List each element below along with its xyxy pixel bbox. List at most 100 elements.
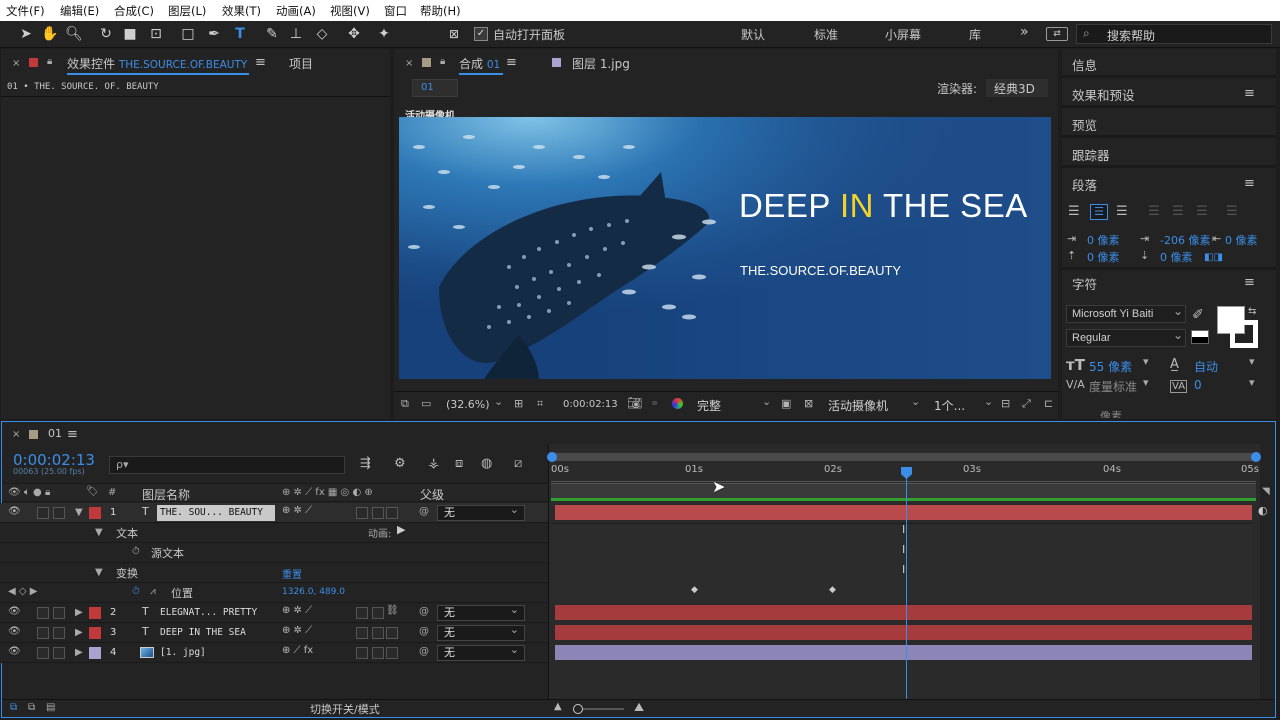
auto-open-checkbox[interactable]: ✓ xyxy=(474,27,488,41)
graph-icon[interactable]: ⩘ xyxy=(150,586,156,597)
views-layout-dropdown[interactable]: 1个... xyxy=(934,397,965,414)
layer-label-color[interactable] xyxy=(89,647,101,659)
stroke-width-value[interactable]: 像素 xyxy=(1100,408,1122,418)
title-text-layer[interactable]: DEEP IN THE SEA xyxy=(739,187,1028,225)
space-before-value[interactable]: 0 像素 xyxy=(1087,249,1120,265)
switch-box[interactable] xyxy=(372,627,384,639)
audio-toggle[interactable] xyxy=(37,507,49,519)
align-center-icon[interactable]: ☰ xyxy=(1090,204,1108,220)
font-size-value[interactable]: 55 像素 xyxy=(1089,358,1132,375)
text-direction-icon[interactable]: ◧◨ xyxy=(1204,252,1223,263)
in-out-icon[interactable]: ▤ xyxy=(46,702,55,713)
frame-blending-icon[interactable]: ⧈ xyxy=(455,456,463,471)
sync-icon[interactable]: ⇄ xyxy=(1046,27,1068,41)
rotate-tool-icon[interactable]: ↻ xyxy=(96,25,116,43)
tab-layer-viewer[interactable]: 图层 1.jpg xyxy=(572,55,630,72)
brush-tool-icon[interactable]: ✎ xyxy=(262,25,282,43)
renderer-dropdown[interactable]: 经典3D xyxy=(986,79,1048,97)
eraser-tool-icon[interactable]: ◇ xyxy=(312,25,332,43)
region-icon[interactable]: ⌗ xyxy=(537,397,543,411)
switch-box[interactable] xyxy=(372,507,384,519)
hand-tool-icon[interactable]: ✋ xyxy=(40,25,60,43)
zoom-in-time-icon[interactable]: ◥ xyxy=(1262,486,1270,497)
justify-center-icon[interactable]: ☰ xyxy=(1172,204,1184,219)
menu-layer[interactable]: 图层(L) xyxy=(168,3,206,19)
layer-name-header[interactable]: 图层名称 xyxy=(142,486,190,503)
panel-menu-icon[interactable]: ≡ xyxy=(1244,86,1255,101)
layer-switches-icon[interactable]: ⧉ xyxy=(10,702,17,713)
close-tab-icon[interactable]: × xyxy=(12,429,20,440)
layer-label-color[interactable] xyxy=(89,607,101,619)
comp-chip[interactable]: 01 xyxy=(412,79,458,97)
switch-box[interactable] xyxy=(386,507,398,519)
parent-dropdown[interactable]: 无 xyxy=(437,643,525,661)
pen-tool-icon[interactable]: ✒ xyxy=(204,25,224,43)
panel-menu-icon[interactable]: ≡ xyxy=(1244,176,1255,191)
parent-dropdown[interactable]: 无 xyxy=(437,503,525,521)
parent-dropdown[interactable]: 无 xyxy=(437,603,525,621)
pan-behind-tool-icon[interactable]: ⊡ xyxy=(146,25,166,43)
toggle-pixel-icon[interactable]: ⊟ xyxy=(1001,397,1010,410)
show-snapshot-icon[interactable]: ⚭ xyxy=(650,397,659,410)
lock-icon[interactable]: 🔒︎ xyxy=(440,56,445,67)
tab-effect-controls[interactable]: 效果控件 THE.SOURCE.OF.BEAUTY xyxy=(67,55,247,72)
default-colors-icon[interactable] xyxy=(1191,330,1209,344)
snap-icon[interactable]: ⊠ xyxy=(444,25,464,43)
zoom-out-icon[interactable]: ▲ xyxy=(554,701,562,712)
region-of-interest-icon[interactable]: ▣ xyxy=(781,397,791,410)
menu-edit[interactable]: 编辑(E) xyxy=(60,3,99,19)
expand-chevron-icon[interactable]: ▶ xyxy=(75,647,83,658)
visibility-eye-icon[interactable]: 👁︎ xyxy=(8,506,21,517)
navigator-end-handle[interactable] xyxy=(1251,452,1261,462)
parent-header[interactable]: 父级 xyxy=(420,486,444,503)
switch-box[interactable] xyxy=(386,647,398,659)
resolution-dropdown[interactable]: 完整 xyxy=(697,397,721,414)
reset-exposure-icon[interactable]: ⤢ xyxy=(1022,397,1031,411)
switch-box[interactable] xyxy=(386,627,398,639)
text-keyframe-icon[interactable]: I xyxy=(902,563,905,576)
pick-whip-icon[interactable]: @ xyxy=(419,506,429,517)
tab-project[interactable]: 项目 xyxy=(289,55,313,72)
expand-chevron-icon[interactable]: ▼ xyxy=(95,567,103,578)
pick-whip-icon[interactable]: @ xyxy=(419,646,429,657)
current-time[interactable]: 0:00:02:13 xyxy=(563,399,618,410)
always-preview-icon[interactable]: ⧉ xyxy=(401,397,409,411)
expand-chevron-icon[interactable]: ▶ xyxy=(75,607,83,618)
font-family-dropdown[interactable]: Microsoft Yi Baiti ⌄ xyxy=(1066,304,1186,323)
switch-icons[interactable]: ⊕ ⟋ fx xyxy=(282,645,313,656)
panel-menu-icon[interactable]: ≡ xyxy=(255,55,266,70)
zoom-slider-thumb[interactable] xyxy=(573,704,583,714)
stopwatch-icon[interactable]: ⏱︎ xyxy=(132,546,140,557)
workspace-standard[interactable]: 标准 xyxy=(814,26,838,43)
puppet-pin-tool-icon[interactable]: ✦ xyxy=(374,25,394,43)
keyframe-icon[interactable]: ◆ xyxy=(829,585,836,595)
comp-mini-flowchart-icon[interactable]: ⇶ xyxy=(360,456,371,471)
visibility-eye-icon[interactable]: 👁︎ xyxy=(8,646,21,657)
stopwatch-active-icon[interactable]: ⏱︎ xyxy=(132,586,140,597)
layer-bar-2[interactable] xyxy=(555,605,1252,620)
switch-box[interactable] xyxy=(372,607,384,619)
graph-editor-icon[interactable]: ⧄ xyxy=(514,456,522,471)
color-channel-icon[interactable] xyxy=(672,398,683,409)
keyframe-icon[interactable]: ◆ xyxy=(691,585,698,595)
layer-label-color[interactable] xyxy=(89,627,101,639)
panel-effects-presets[interactable]: 效果和预设 xyxy=(1072,85,1135,104)
camera-tool-icon[interactable]: ■ xyxy=(120,25,140,43)
visibility-eye-icon[interactable]: 👁︎ xyxy=(8,626,21,637)
text-keyframe-icon[interactable]: I xyxy=(902,523,905,536)
lock-icon[interactable]: 🔒︎ xyxy=(47,56,52,67)
menu-help[interactable]: 帮助(H) xyxy=(420,3,461,19)
layer-name[interactable]: [1. jpg] xyxy=(160,647,206,658)
kerning-value[interactable]: 度量标准 xyxy=(1089,378,1137,395)
audio-toggle[interactable] xyxy=(37,627,49,639)
zoom-dropdown[interactable]: (32.6%) xyxy=(446,398,490,411)
switch-box[interactable] xyxy=(356,607,368,619)
text-keyframe-icon[interactable]: I xyxy=(902,543,905,556)
leading-value[interactable]: 自动 xyxy=(1194,358,1218,375)
draft-3d-icon[interactable]: ⚙ xyxy=(394,456,406,471)
menu-window[interactable]: 窗口 xyxy=(384,3,407,19)
menu-effect[interactable]: 效果(T) xyxy=(222,3,261,19)
indent-first-value[interactable]: -206 像素 xyxy=(1160,232,1210,248)
position-value[interactable]: 1326.0, 489.0 xyxy=(282,587,345,597)
workspace-more-icon[interactable]: » xyxy=(1020,24,1029,40)
